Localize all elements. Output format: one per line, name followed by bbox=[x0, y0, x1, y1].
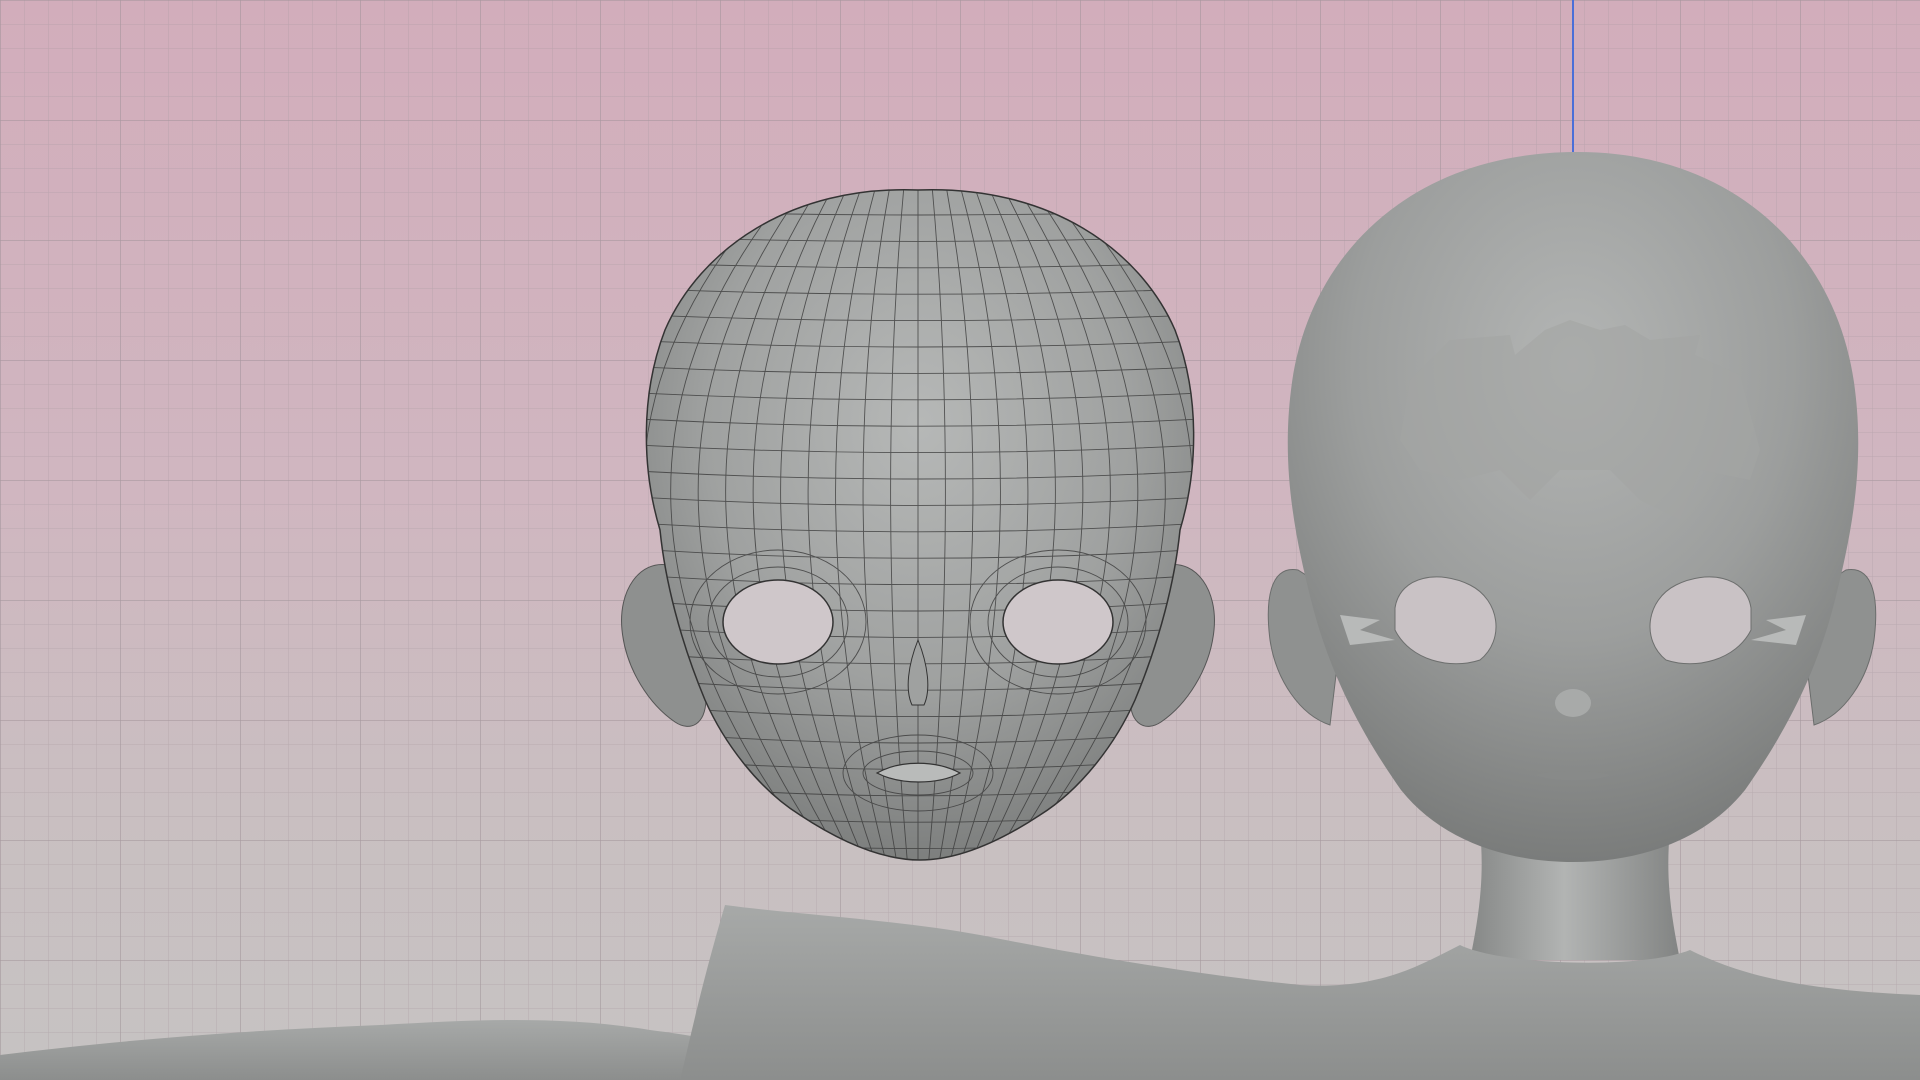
sculpt-nose bbox=[1555, 689, 1591, 717]
right-eye-socket bbox=[1002, 579, 1114, 665]
3d-viewport[interactable] bbox=[0, 0, 1920, 1080]
left-eye-socket bbox=[722, 579, 834, 665]
viewport-scene[interactable] bbox=[0, 0, 1920, 1080]
